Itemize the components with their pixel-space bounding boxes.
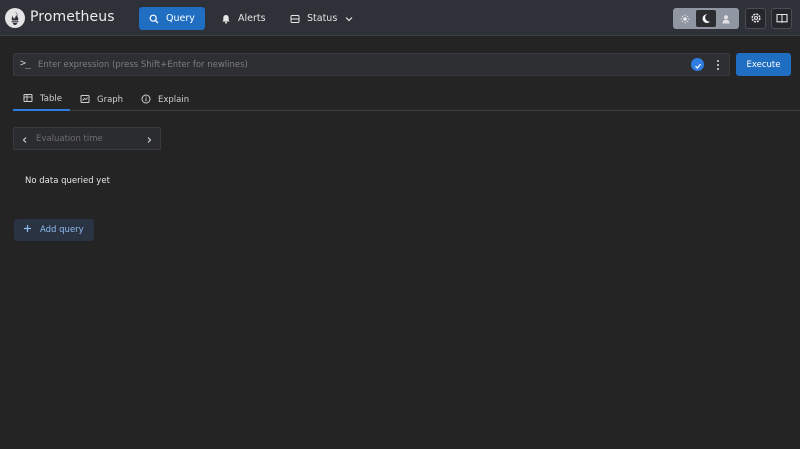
user-icon (721, 9, 731, 28)
table-icon (23, 93, 33, 106)
info-icon (141, 94, 151, 107)
plus-icon (23, 224, 32, 236)
settings-button[interactable] (745, 8, 766, 29)
execute-button[interactable]: Execute (736, 53, 791, 76)
prompt-icon: >_ (20, 58, 31, 69)
server-icon (290, 14, 300, 24)
dot (717, 63, 719, 66)
tab-table[interactable]: Table (13, 89, 70, 111)
linter-check-button[interactable] (691, 58, 704, 71)
tab-graph[interactable]: Graph (80, 89, 123, 111)
sun-icon (680, 9, 690, 28)
check-icon (694, 55, 702, 74)
top-navbar: Prometheus Query Alerts Status (0, 0, 800, 36)
eval-time-back-button[interactable] (17, 130, 33, 147)
nav-alerts-button[interactable]: Alerts (211, 7, 276, 30)
tab-table-label: Table (40, 94, 62, 104)
add-query-label: Add query (40, 225, 84, 235)
chart-icon (80, 94, 90, 107)
evaluation-time-input[interactable] (36, 130, 136, 147)
tab-explain-label: Explain (158, 95, 190, 105)
nav-query-button[interactable]: Query (139, 7, 205, 30)
tab-graph-label: Graph (97, 95, 124, 105)
moon-icon (700, 9, 711, 28)
theme-dark-option[interactable] (695, 9, 716, 28)
nav-status-dropdown[interactable]: Status (280, 7, 364, 30)
nav-alerts-label: Alerts (238, 13, 266, 24)
chevron-down-icon (344, 14, 354, 24)
search-icon (149, 14, 159, 24)
chevron-right-icon (145, 129, 153, 148)
documentation-button[interactable] (771, 8, 792, 29)
empty-results-message: No data queried yet (25, 176, 110, 186)
app-title: Prometheus (30, 9, 115, 25)
dot (717, 59, 719, 62)
book-icon (775, 9, 788, 28)
dot (717, 67, 719, 70)
theme-switcher (673, 8, 739, 29)
more-options-button[interactable] (712, 57, 724, 72)
bell-icon (221, 14, 231, 24)
expression-input[interactable] (38, 56, 678, 73)
tab-explain[interactable]: Explain (141, 89, 189, 111)
gear-icon (750, 9, 762, 28)
theme-auto-option[interactable] (716, 10, 737, 27)
expression-bar: >_ (13, 53, 730, 76)
nav-query-label: Query (166, 13, 195, 24)
prometheus-logo-icon (5, 8, 25, 28)
result-tabs: Table Graph Explain (13, 89, 800, 111)
eval-time-forward-button[interactable] (141, 130, 157, 147)
nav-status-label: Status (307, 13, 338, 24)
theme-light-option[interactable] (675, 10, 696, 27)
chevron-left-icon (21, 129, 29, 148)
add-query-button[interactable]: Add query (14, 219, 94, 241)
evaluation-time-picker (13, 127, 161, 150)
